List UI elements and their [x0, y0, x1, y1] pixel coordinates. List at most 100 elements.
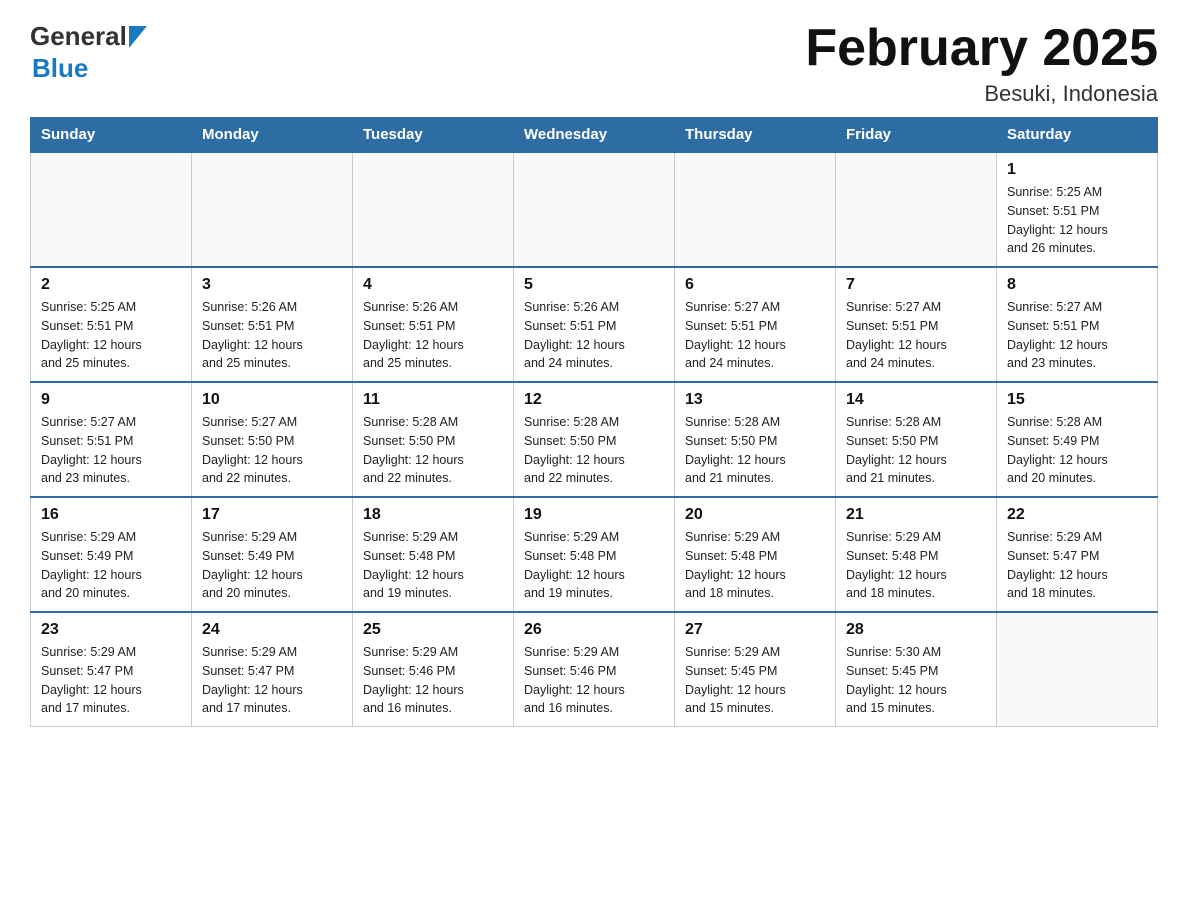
- calendar-day-cell: 3Sunrise: 5:26 AMSunset: 5:51 PMDaylight…: [192, 267, 353, 382]
- calendar-day-cell: 22 Sunrise: 5:29 AMSunset: 5:47 PMDayligh…: [997, 497, 1158, 612]
- day-number: 2: [41, 276, 181, 294]
- weekday-header-friday: Friday: [836, 118, 997, 153]
- day-number: 21: [846, 506, 986, 524]
- logo-blue-text: Blue: [32, 53, 88, 83]
- day-info: Sunrise: 5:29 AMSunset: 5:47 PMDaylight:…: [1007, 528, 1147, 603]
- day-info: Sunrise: 5:29 AMSunset: 5:48 PMDaylight:…: [524, 528, 664, 603]
- calendar-day-cell: [675, 152, 836, 267]
- calendar-day-cell: 6Sunrise: 5:27 AMSunset: 5:51 PMDaylight…: [675, 267, 836, 382]
- calendar-day-cell: 15Sunrise: 5:28 AMSunset: 5:49 PMDayligh…: [997, 382, 1158, 497]
- calendar-day-cell: 28 Sunrise: 5:30 AMSunset: 5:45 PMDayligh…: [836, 612, 997, 727]
- calendar-day-cell: 20 Sunrise: 5:29 AMSunset: 5:48 PMDayligh…: [675, 497, 836, 612]
- day-number: 17: [202, 506, 342, 524]
- day-number: 5: [524, 276, 664, 294]
- calendar-day-cell: 7 Sunrise: 5:27 AMSunset: 5:51 PMDaylight…: [836, 267, 997, 382]
- day-number: 10: [202, 391, 342, 409]
- calendar-day-cell: 2 Sunrise: 5:25 AMSunset: 5:51 PMDaylight…: [31, 267, 192, 382]
- day-number: 28: [846, 621, 986, 639]
- weekday-header-monday: Monday: [192, 118, 353, 153]
- calendar-day-cell: 17Sunrise: 5:29 AMSunset: 5:49 PMDayligh…: [192, 497, 353, 612]
- day-number: 4: [363, 276, 503, 294]
- calendar-week-row: 9 Sunrise: 5:27 AMSunset: 5:51 PMDaylight…: [31, 382, 1158, 497]
- logo-triangle-icon: [129, 26, 147, 48]
- calendar-day-cell: 10Sunrise: 5:27 AMSunset: 5:50 PMDayligh…: [192, 382, 353, 497]
- calendar-day-cell: [514, 152, 675, 267]
- weekday-header-row: SundayMondayTuesdayWednesdayThursdayFrid…: [31, 118, 1158, 153]
- day-number: 11: [363, 391, 503, 409]
- calendar-body: 1 Sunrise: 5:25 AMSunset: 5:51 PMDaylight…: [31, 152, 1158, 727]
- day-info: Sunrise: 5:29 AMSunset: 5:48 PMDaylight:…: [363, 528, 503, 603]
- day-number: 18: [363, 506, 503, 524]
- calendar-table: SundayMondayTuesdayWednesdayThursdayFrid…: [30, 117, 1158, 727]
- calendar-day-cell: [31, 152, 192, 267]
- day-info: Sunrise: 5:27 AMSunset: 5:51 PMDaylight:…: [685, 298, 825, 373]
- calendar-week-row: 2 Sunrise: 5:25 AMSunset: 5:51 PMDaylight…: [31, 267, 1158, 382]
- day-number: 8: [1007, 276, 1147, 294]
- day-info: Sunrise: 5:30 AMSunset: 5:45 PMDaylight:…: [846, 643, 986, 718]
- page-header: General Blue February 2025 Besuki, Indon…: [30, 20, 1158, 107]
- day-info: Sunrise: 5:29 AMSunset: 5:48 PMDaylight:…: [846, 528, 986, 603]
- calendar-day-cell: 14 Sunrise: 5:28 AMSunset: 5:50 PMDayligh…: [836, 382, 997, 497]
- calendar-subtitle: Besuki, Indonesia: [805, 81, 1158, 107]
- weekday-header-sunday: Sunday: [31, 118, 192, 153]
- logo: General Blue: [30, 20, 147, 84]
- calendar-day-cell: 5 Sunrise: 5:26 AMSunset: 5:51 PMDaylight…: [514, 267, 675, 382]
- day-number: 14: [846, 391, 986, 409]
- day-info: Sunrise: 5:29 AMSunset: 5:47 PMDaylight:…: [202, 643, 342, 718]
- day-number: 20: [685, 506, 825, 524]
- day-number: 24: [202, 621, 342, 639]
- day-info: Sunrise: 5:27 AMSunset: 5:51 PMDaylight:…: [1007, 298, 1147, 373]
- calendar-day-cell: 18 Sunrise: 5:29 AMSunset: 5:48 PMDayligh…: [353, 497, 514, 612]
- calendar-day-cell: 13 Sunrise: 5:28 AMSunset: 5:50 PMDayligh…: [675, 382, 836, 497]
- day-info: Sunrise: 5:25 AMSunset: 5:51 PMDaylight:…: [41, 298, 181, 373]
- day-number: 12: [524, 391, 664, 409]
- day-info: Sunrise: 5:29 AMSunset: 5:48 PMDaylight:…: [685, 528, 825, 603]
- calendar-day-cell: [353, 152, 514, 267]
- day-number: 9: [41, 391, 181, 409]
- calendar-day-cell: 16Sunrise: 5:29 AMSunset: 5:49 PMDayligh…: [31, 497, 192, 612]
- calendar-day-cell: [997, 612, 1158, 727]
- day-info: Sunrise: 5:29 AMSunset: 5:46 PMDaylight:…: [524, 643, 664, 718]
- day-info: Sunrise: 5:28 AMSunset: 5:50 PMDaylight:…: [846, 413, 986, 488]
- day-info: Sunrise: 5:27 AMSunset: 5:51 PMDaylight:…: [41, 413, 181, 488]
- logo-general-text: General: [30, 21, 127, 52]
- calendar-header: SundayMondayTuesdayWednesdayThursdayFrid…: [31, 118, 1158, 153]
- day-number: 19: [524, 506, 664, 524]
- weekday-header-saturday: Saturday: [997, 118, 1158, 153]
- calendar-day-cell: [192, 152, 353, 267]
- calendar-day-cell: 19 Sunrise: 5:29 AMSunset: 5:48 PMDayligh…: [514, 497, 675, 612]
- day-number: 7: [846, 276, 986, 294]
- calendar-day-cell: 25 Sunrise: 5:29 AMSunset: 5:46 PMDayligh…: [353, 612, 514, 727]
- calendar-day-cell: 9 Sunrise: 5:27 AMSunset: 5:51 PMDaylight…: [31, 382, 192, 497]
- calendar-day-cell: 8 Sunrise: 5:27 AMSunset: 5:51 PMDaylight…: [997, 267, 1158, 382]
- day-info: Sunrise: 5:25 AMSunset: 5:51 PMDaylight:…: [1007, 183, 1147, 258]
- calendar-day-cell: 11Sunrise: 5:28 AMSunset: 5:50 PMDayligh…: [353, 382, 514, 497]
- day-number: 25: [363, 621, 503, 639]
- day-number: 22: [1007, 506, 1147, 524]
- calendar-day-cell: 24 Sunrise: 5:29 AMSunset: 5:47 PMDayligh…: [192, 612, 353, 727]
- day-number: 13: [685, 391, 825, 409]
- calendar-week-row: 16Sunrise: 5:29 AMSunset: 5:49 PMDayligh…: [31, 497, 1158, 612]
- day-info: Sunrise: 5:29 AMSunset: 5:49 PMDaylight:…: [41, 528, 181, 603]
- day-info: Sunrise: 5:26 AMSunset: 5:51 PMDaylight:…: [524, 298, 664, 373]
- title-section: February 2025 Besuki, Indonesia: [805, 20, 1158, 107]
- calendar-day-cell: 21 Sunrise: 5:29 AMSunset: 5:48 PMDayligh…: [836, 497, 997, 612]
- calendar-day-cell: 12 Sunrise: 5:28 AMSunset: 5:50 PMDayligh…: [514, 382, 675, 497]
- calendar-week-row: 1 Sunrise: 5:25 AMSunset: 5:51 PMDaylight…: [31, 152, 1158, 267]
- calendar-day-cell: 4 Sunrise: 5:26 AMSunset: 5:51 PMDaylight…: [353, 267, 514, 382]
- weekday-header-thursday: Thursday: [675, 118, 836, 153]
- day-info: Sunrise: 5:28 AMSunset: 5:50 PMDaylight:…: [524, 413, 664, 488]
- day-info: Sunrise: 5:29 AMSunset: 5:46 PMDaylight:…: [363, 643, 503, 718]
- day-info: Sunrise: 5:29 AMSunset: 5:45 PMDaylight:…: [685, 643, 825, 718]
- day-number: 1: [1007, 161, 1147, 179]
- day-info: Sunrise: 5:27 AMSunset: 5:51 PMDaylight:…: [846, 298, 986, 373]
- weekday-header-wednesday: Wednesday: [514, 118, 675, 153]
- calendar-week-row: 23Sunrise: 5:29 AMSunset: 5:47 PMDayligh…: [31, 612, 1158, 727]
- day-info: Sunrise: 5:29 AMSunset: 5:47 PMDaylight:…: [41, 643, 181, 718]
- day-info: Sunrise: 5:28 AMSunset: 5:50 PMDaylight:…: [685, 413, 825, 488]
- calendar-title: February 2025: [805, 20, 1158, 77]
- calendar-day-cell: [836, 152, 997, 267]
- calendar-day-cell: 26 Sunrise: 5:29 AMSunset: 5:46 PMDayligh…: [514, 612, 675, 727]
- day-number: 26: [524, 621, 664, 639]
- day-info: Sunrise: 5:26 AMSunset: 5:51 PMDaylight:…: [363, 298, 503, 373]
